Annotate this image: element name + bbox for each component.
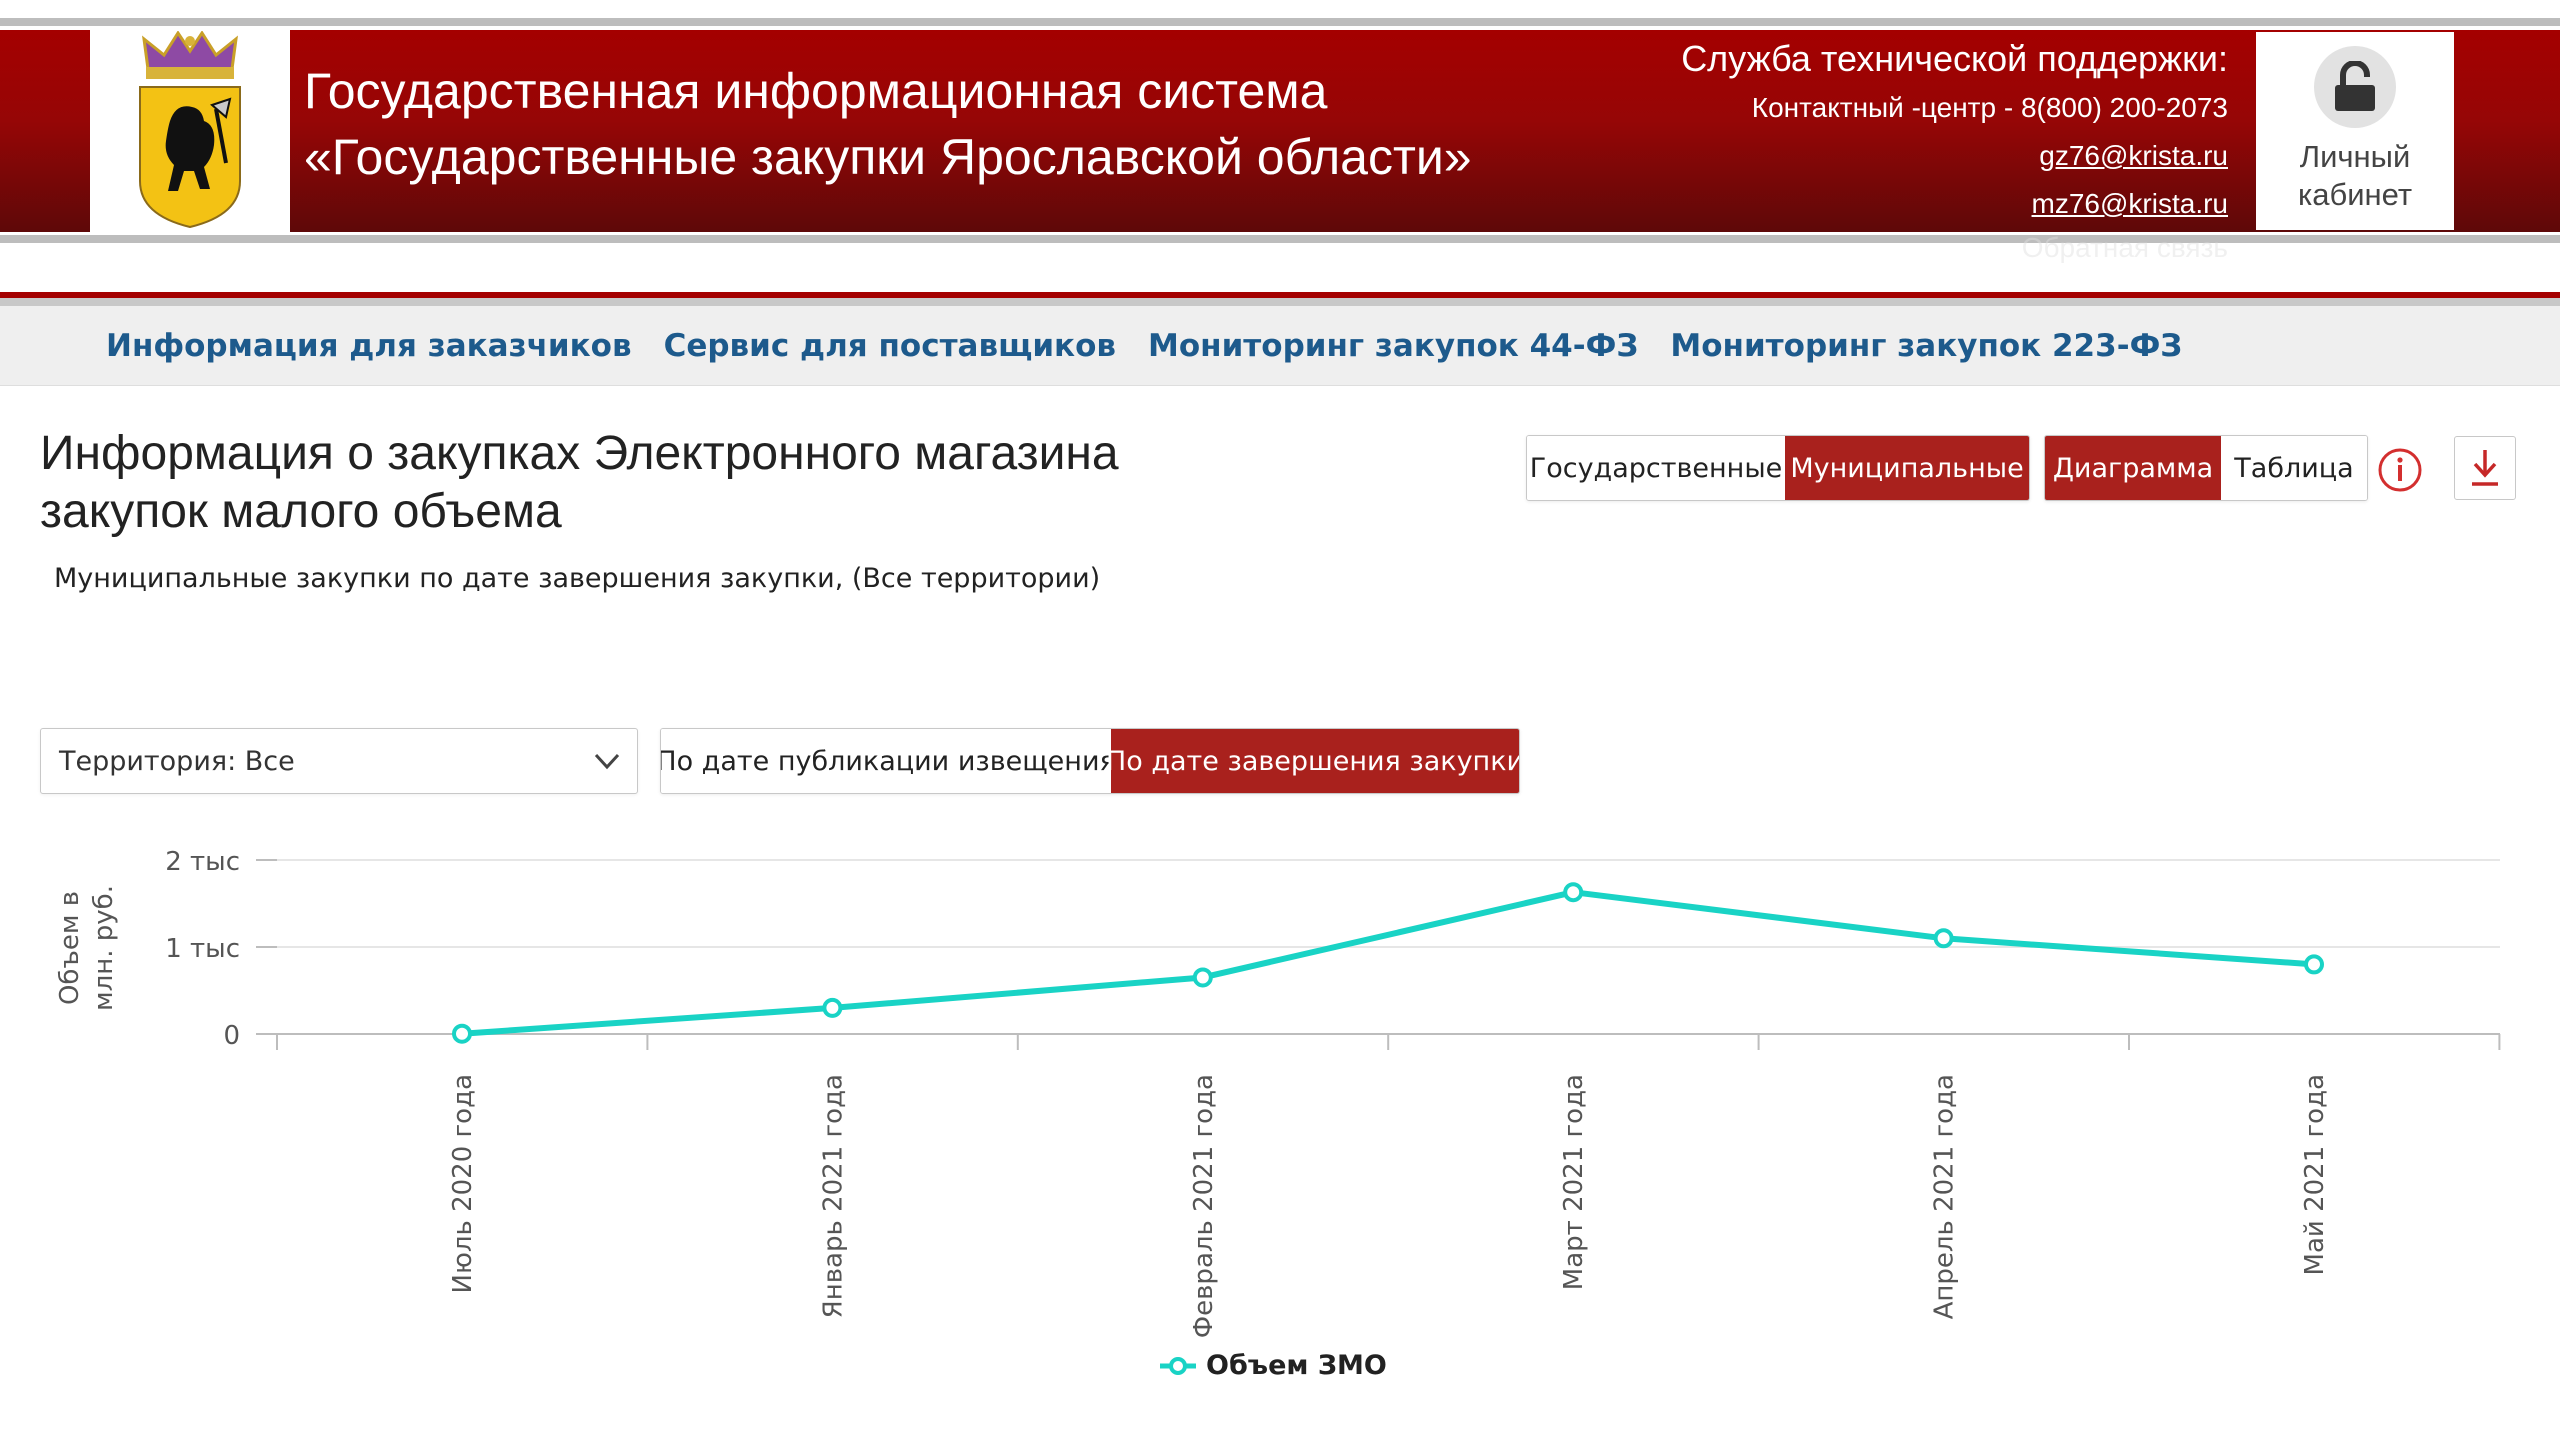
legend-series-marker — [1160, 1356, 1196, 1375]
toggle-by-completion-date[interactable]: По дате завершения закупки — [1106, 729, 1519, 793]
territory-select-value: Территория: Все — [59, 745, 295, 777]
data-point — [1192, 967, 1213, 988]
nav-monitoring-44fz[interactable]: Мониторинг закупок 44-ФЗ — [1148, 328, 1638, 364]
site-logo[interactable] — [90, 30, 290, 232]
download-button[interactable] — [2454, 436, 2516, 500]
nav-top-line-gray — [0, 298, 2560, 306]
y-axis-title: Объем в млн. руб. — [55, 885, 119, 1011]
cabinet-label-line1: Личный — [2299, 139, 2411, 174]
feedback-link[interactable]: Обратная связь — [1681, 228, 2228, 268]
header-top-line — [0, 18, 2560, 26]
data-point — [822, 997, 843, 1018]
lock-open-icon — [2314, 46, 2396, 128]
y-axis-title-line: Объем в — [55, 891, 85, 1005]
nav-customers-info[interactable]: Информация для заказчиков — [106, 328, 632, 364]
toggle-diagram-button[interactable]: Диаграмма — [2045, 436, 2221, 500]
cabinet-label: Личный кабинет — [2265, 138, 2445, 214]
x-tick-label: Июль 2020 года — [448, 1074, 478, 1293]
legend-series-name: Объем ЗМО — [1206, 1350, 1387, 1381]
support-phone: Контактный -центр - 8(800) 200-2073 — [1751, 92, 2228, 123]
chevron-down-icon — [594, 753, 620, 770]
procurement-type-toggle: Государственные Муниципальные — [1526, 435, 2030, 501]
y-tick-label: 1 тыс — [165, 934, 240, 964]
page-title: Информация о закупках Электронного магаз… — [40, 427, 1119, 538]
page-subtitle: Муниципальные закупки по дате завершения… — [54, 563, 1101, 594]
toggle-table-button[interactable]: Таблица — [2221, 436, 2367, 500]
support-email-mz76[interactable]: mz76@krista.ru — [2032, 188, 2228, 219]
data-point — [1933, 928, 1954, 949]
data-point — [452, 1023, 472, 1044]
date-mode-toggle: По дате публикации извещения По дате зав… — [660, 728, 1520, 794]
series-line — [461, 889, 2315, 1037]
toggle-municipal-button[interactable]: Муниципальные — [1785, 436, 2029, 500]
view-mode-toggle: Диаграмма Таблица — [2044, 435, 2368, 501]
y-tick-label: 2 тыс — [165, 847, 240, 877]
cabinet-label-line2: кабинет — [2297, 177, 2413, 212]
x-tick-label: Май 2021 года — [2300, 1074, 2330, 1275]
coat-of-arms-icon — [139, 31, 241, 229]
x-tick-label: Февраль 2021 года — [1189, 1074, 1219, 1338]
site-title[interactable]: Государственная информационная система «… — [304, 58, 1472, 190]
x-tick-label: Апрель 2021 года — [1930, 1074, 1960, 1319]
support-title: Служба технической поддержки: — [1681, 38, 2228, 79]
support-block: Служба технической поддержки: Контактный… — [1681, 34, 2228, 268]
x-tick-label: Январь 2021 года — [818, 1074, 848, 1318]
site-title-line1: Государственная информационная система — [304, 63, 1328, 119]
y-tick-label: 0 — [223, 1021, 240, 1051]
nav-suppliers-service[interactable]: Сервис для поставщиков — [664, 328, 1116, 364]
territory-select[interactable]: Территория: Все — [40, 728, 638, 794]
y-axis-title-line: млн. руб. — [89, 885, 119, 1011]
site-title-line2: «Государственные закупки Ярославской обл… — [304, 129, 1472, 185]
support-email-gz76[interactable]: gz76@krista.ru — [2039, 140, 2228, 171]
line-chart: 0 1 тыс 2 тыс Объем в млн. руб. Июль 2020 год… — [55, 847, 2501, 1338]
toggle-state-button[interactable]: Государственные — [1527, 436, 1785, 500]
data-point — [2304, 954, 2324, 975]
nav-monitoring-223fz[interactable]: Мониторинг закупок 223-ФЗ — [1670, 328, 2182, 364]
info-icon[interactable] — [2376, 446, 2424, 494]
data-point — [1563, 882, 1584, 903]
chart-legend[interactable]: Объем ЗМО — [1160, 1350, 1387, 1381]
download-icon — [2472, 450, 2498, 486]
main-nav: Информация для заказчиков Сервис для пос… — [0, 306, 2560, 386]
personal-cabinet-button[interactable]: Личный кабинет — [2256, 32, 2454, 230]
toggle-by-publication-date[interactable]: По дате публикации извещения — [661, 729, 1116, 793]
x-tick-label: Март 2021 года — [1559, 1074, 1589, 1290]
